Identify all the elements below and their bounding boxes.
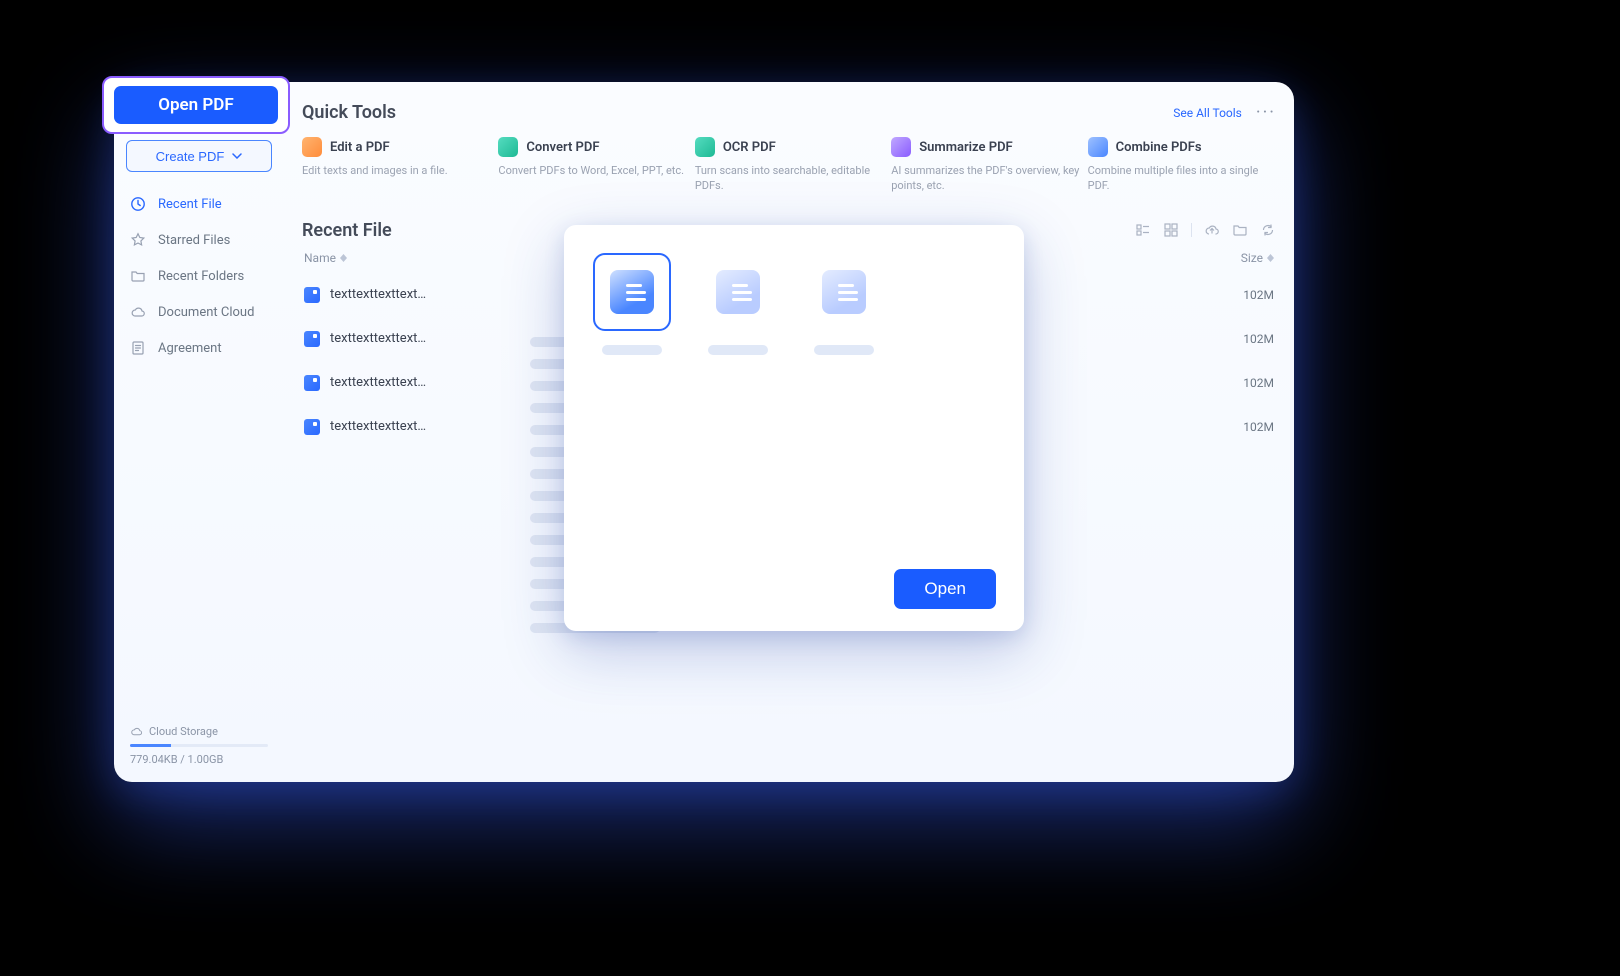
tool-name: Convert PDF xyxy=(526,140,599,155)
sidebar-item-recent-file[interactable]: Recent File xyxy=(120,186,278,222)
tool-desc: Edit texts and images in a file. xyxy=(302,163,490,178)
list-view-icon[interactable] xyxy=(1135,222,1151,238)
tool-summarize-pdf[interactable]: Summarize PDF AI summarizes the PDF's ov… xyxy=(891,137,1079,194)
file-thumbnail[interactable] xyxy=(592,253,672,355)
combine-pdfs-icon xyxy=(1088,137,1108,157)
col-header-name[interactable]: Name xyxy=(304,251,347,265)
thumbnail-label-placeholder xyxy=(602,345,662,355)
tool-desc: AI summarizes the PDF's overview, key po… xyxy=(891,163,1079,194)
open-pdf-callout: Open PDF xyxy=(102,76,290,134)
clock-icon xyxy=(130,196,146,212)
tool-desc: Turn scans into searchable, editable PDF… xyxy=(695,163,883,194)
tool-edit-pdf[interactable]: Edit a PDF Edit texts and images in a fi… xyxy=(302,137,490,194)
file-thumbnail[interactable] xyxy=(804,253,884,355)
thumbnail-label-placeholder xyxy=(814,345,874,355)
file-thumbnail[interactable] xyxy=(698,253,778,355)
sidebar-item-recent-folders[interactable]: Recent Folders xyxy=(120,258,278,294)
edit-pdf-icon xyxy=(302,137,322,157)
tool-name: Summarize PDF xyxy=(919,140,1012,155)
sidebar-item-agreement[interactable]: Agreement xyxy=(120,330,278,366)
file-size: 102M xyxy=(1243,288,1274,302)
cloud-icon xyxy=(130,304,146,320)
sidebar-item-label: Agreement xyxy=(158,341,222,356)
create-pdf-button[interactable]: Create PDF xyxy=(126,140,272,172)
separator xyxy=(1191,223,1192,237)
sidebar-item-label: Recent Folders xyxy=(158,269,244,284)
storage-usage-text: 779.04KB / 1.00GB xyxy=(130,753,268,766)
tool-name: Edit a PDF xyxy=(330,140,390,155)
tool-desc: Convert PDFs to Word, Excel, PPT, etc. xyxy=(498,163,686,178)
document-icon xyxy=(610,270,654,314)
sidebar: Create PDF Recent File Starred Files Rec… xyxy=(114,82,284,782)
sidebar-item-label: Document Cloud xyxy=(158,305,254,320)
file-name: texttexttexttexttext xyxy=(330,419,430,434)
file-name: texttexttexttexttext xyxy=(330,331,430,346)
chevron-down-icon xyxy=(232,153,242,159)
tool-name: OCR PDF xyxy=(723,140,776,155)
cloud-upload-icon[interactable] xyxy=(1204,222,1220,238)
file-name: texttexttexttexttext xyxy=(330,287,430,302)
open-button[interactable]: Open xyxy=(894,569,996,609)
file-name: texttexttexttexttext xyxy=(330,375,430,390)
sort-arrows-icon xyxy=(340,254,347,262)
cloud-storage-label: Cloud Storage xyxy=(149,725,218,738)
star-icon xyxy=(130,232,146,248)
cloud-icon xyxy=(130,725,143,738)
sort-arrows-icon xyxy=(1267,254,1274,262)
open-pdf-button[interactable]: Open PDF xyxy=(114,86,278,124)
file-size: 102M xyxy=(1243,332,1274,346)
more-dots-icon[interactable]: ··· xyxy=(1256,104,1276,122)
quick-tools-title: Quick Tools xyxy=(302,102,396,123)
tool-ocr-pdf[interactable]: OCR PDF Turn scans into searchable, edit… xyxy=(695,137,883,194)
folder-open-icon[interactable] xyxy=(1232,222,1248,238)
refresh-icon[interactable] xyxy=(1260,222,1276,238)
document-icon xyxy=(822,270,866,314)
sidebar-item-label: Recent File xyxy=(158,197,222,212)
view-icons xyxy=(1135,222,1276,238)
tool-name: Combine PDFs xyxy=(1116,140,1202,155)
pdf-file-icon xyxy=(304,375,320,391)
ocr-pdf-icon xyxy=(695,137,715,157)
folder-icon xyxy=(130,268,146,284)
tool-desc: Combine multiple files into a single PDF… xyxy=(1088,163,1276,194)
summarize-pdf-icon xyxy=(891,137,911,157)
thumbnail-label-placeholder xyxy=(708,345,768,355)
sidebar-item-label: Starred Files xyxy=(158,233,230,248)
file-size: 102M xyxy=(1243,376,1274,390)
sidebar-footer: Cloud Storage 779.04KB / 1.00GB xyxy=(120,725,278,782)
pdf-file-icon xyxy=(304,419,320,435)
open-file-dialog: Open xyxy=(564,225,1024,631)
pdf-file-icon xyxy=(304,331,320,347)
document-icon xyxy=(716,270,760,314)
create-pdf-label: Create PDF xyxy=(156,149,225,164)
tool-convert-pdf[interactable]: Convert PDF Convert PDFs to Word, Excel,… xyxy=(498,137,686,194)
convert-pdf-icon xyxy=(498,137,518,157)
quick-tools-header: Quick Tools See All Tools ··· xyxy=(302,102,1276,123)
col-header-size[interactable]: Size xyxy=(1241,251,1274,265)
storage-bar xyxy=(130,744,268,747)
quick-tools-row: Edit a PDF Edit texts and images in a fi… xyxy=(302,137,1276,194)
dialog-thumbnails xyxy=(592,253,996,355)
pdf-file-icon xyxy=(304,287,320,303)
file-size: 102M xyxy=(1243,420,1274,434)
sidebar-item-starred[interactable]: Starred Files xyxy=(120,222,278,258)
recent-file-title: Recent File xyxy=(302,220,392,241)
see-all-tools-link[interactable]: See All Tools xyxy=(1173,106,1242,120)
tool-combine-pdfs[interactable]: Combine PDFs Combine multiple files into… xyxy=(1088,137,1276,194)
sidebar-item-document-cloud[interactable]: Document Cloud xyxy=(120,294,278,330)
agreement-icon xyxy=(130,340,146,356)
grid-view-icon[interactable] xyxy=(1163,222,1179,238)
app-window: Create PDF Recent File Starred Files Rec… xyxy=(114,82,1294,782)
